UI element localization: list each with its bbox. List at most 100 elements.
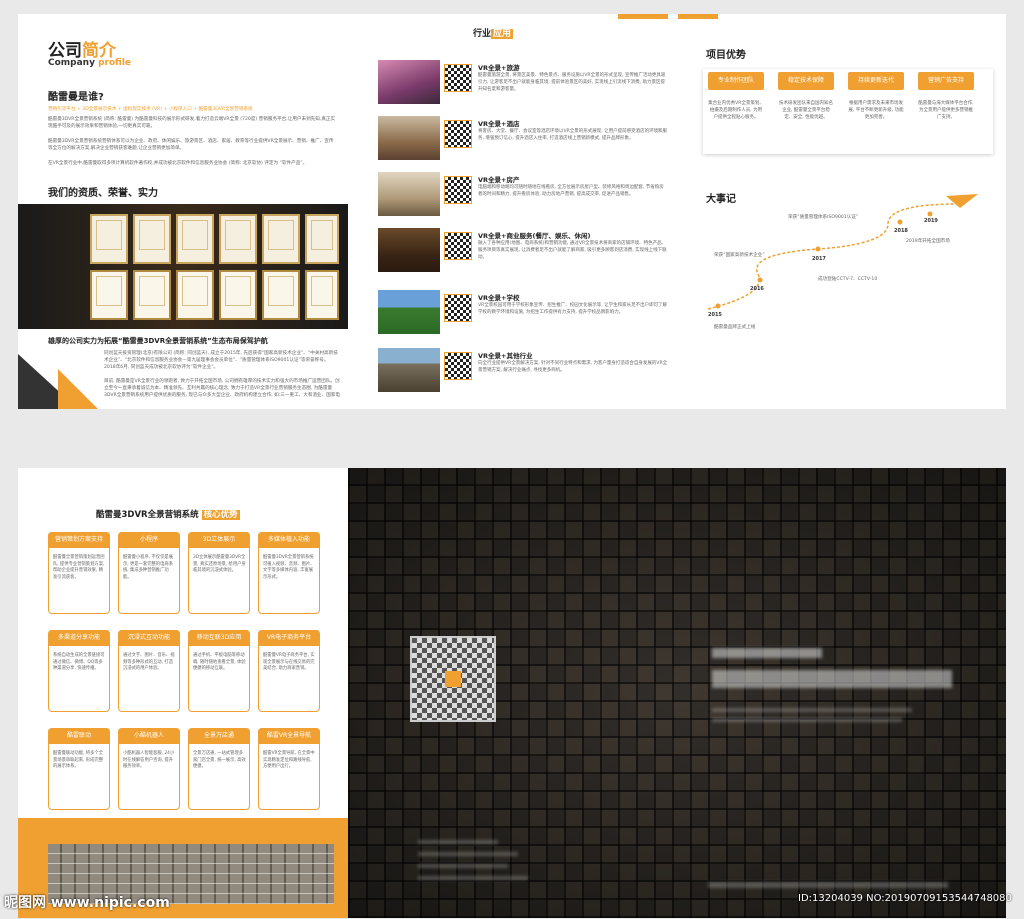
core-box: 多媒体植入功能 酷雷曼3DVR全景营销系统可植入视频、音频、图片、文字等多媒体内容… [258, 532, 320, 614]
industry-row-school: VR全景+学校 VR全景校园可用于学校形象宣传、招生推广、校园文化展示等, 让学… [378, 290, 668, 340]
advantage-heading: 项目优势 [706, 50, 746, 61]
industry-desc: 融入了各种应用(地图、电商系统)和营销功能, 通过VR全景技术将商家的店铺环境、… [478, 241, 667, 260]
industry-name: VR全景+房产 [478, 176, 520, 184]
year-label: 2017 [812, 256, 826, 262]
school-photo [378, 290, 440, 334]
industry-panel: 行业 应用 VR全景+旅游 酷雷曼旅游全景, 将景区美景、特色景点、服务设施以VR… [348, 14, 678, 409]
certificate [176, 214, 214, 264]
core-box: 小程序 酷雷曼小程序, 不仅仅是展示, 更是一套完整的电商系统, 集成多种营销推广… [118, 532, 180, 614]
who-heading: 酷雷曼是谁? [48, 92, 104, 103]
honor-heading: 我们的资质、荣誉、实力 [48, 188, 158, 199]
core-box: 酷雷联动 酷雷曼联动功能, 将多个全景场景串联起来, 形成完整的展示体系。 [48, 728, 110, 810]
advantage-tag: 持续更新迭代 [848, 72, 904, 90]
core-box: 小酷机器人 小酷机器人智能客服, 24小时在线解答用户咨询, 提升服务效率。 [118, 728, 180, 810]
core-title: 酷雷曼3DVR全景营销系统 核心优势 [96, 510, 240, 520]
company-profile-panel: 公司简介 Company profile 酷雷曼是谁? 营销引流平台 + 3D全… [18, 14, 348, 409]
intro-paragraph-1: 酷雷曼3DVR全景营销系统 (简称: 酷雷曼) 为酷雷曼科技的展示形式研发,着力… [48, 117, 336, 129]
certificate [133, 214, 171, 264]
blurred-text [708, 882, 948, 888]
blurred-text [418, 840, 498, 844]
watermark-right: ID:13204039 NO:20190709153544748080 [798, 893, 1012, 904]
event-note: 酷雷曼品牌正式上线 [714, 325, 756, 330]
paper-plane-icon [946, 194, 978, 208]
industry-row-hotel: VR全景+酒店 将客房、大堂、餐厅、会议室等酒店环境以VR全景的形式展现, 让用… [378, 116, 668, 166]
year-label: 2015 [708, 312, 722, 318]
core-box: 3D立体展示 3D立体展示酷雷曼3DVR全景, 真实还原场景, 给用户身临其境的沉… [188, 532, 250, 614]
qr-code-icon [444, 176, 472, 204]
industry-row-tourism: VR全景+旅游 酷雷曼旅游全景, 将景区美景、特色景点、服务设施以VR全景的形式… [378, 60, 668, 110]
certificate [262, 270, 300, 320]
qr-code-icon [410, 636, 496, 722]
blurred-text [712, 718, 902, 722]
blurred-text [712, 670, 952, 688]
tagline: 营销引流平台 + 3D全景展示技术 + 虚拟现实技术 (VR) + 小程序入口 … [48, 107, 253, 112]
blurred-text [712, 648, 822, 658]
certificate [133, 270, 171, 320]
business-photo [378, 228, 440, 272]
top-accent-bar [618, 14, 668, 19]
event-note: 成功登陆CCTV-7、CCTV-10 [818, 277, 878, 282]
industry-desc: 向全行业提供VR全景解决方案, 针对不同行业特点和需求, 为客户量身打造适合自身… [478, 361, 668, 373]
realestate-photo [378, 172, 440, 216]
industry-desc: 将客房、大堂、餐厅、会议室等酒店环境以VR全景的形式展现, 让用户提前感受酒店的… [478, 129, 668, 141]
event-note: 荣获“质量管理体系ISO9001认证” [788, 215, 859, 220]
industry-row-business: VR全景+商业服务(餐厅、娱乐、休闲) 融入了各种应用(地图、电商系统)和营销功… [378, 228, 668, 278]
industry-name: VR全景+酒店 [478, 120, 520, 128]
core-advantage-panel: 酷雷曼3DVR全景营销系统 核心优势 营销策划方案支持 酷雷曼全景营销策划运营团队… [18, 468, 348, 918]
year-label: 2018 [894, 228, 908, 234]
certificate [305, 270, 339, 320]
qr-code-icon [444, 64, 472, 92]
core-box: VR电子商务平台 酷雷曼VR电子商务平台, 实现全景展示与在线交易的完美结合, 助… [258, 630, 320, 712]
industry-name: VR全景+其他行业 [478, 352, 533, 360]
advantage-desc: 根据用户需求及未来市场发展, 平台不断更新升级, 功能更加完善。 [848, 101, 904, 120]
year-label: 2019 [924, 218, 938, 224]
certificates-wall [18, 204, 348, 329]
certificate [305, 214, 339, 264]
hotel-photo [378, 116, 440, 160]
intro-paragraph-2: 酷雷曼3DVR全景营销系统营销体系可以为企业、政府、休闲娱乐、旅游景区、酒店、家… [48, 139, 334, 151]
industry-desc: 酷雷曼旅游全景, 将景区美景、特色景点、服务设施以VR全景的形式呈现, 宣传推广… [478, 73, 666, 92]
certificate [176, 270, 214, 320]
industry-name: VR全景+旅游 [478, 64, 520, 72]
certificate [90, 270, 128, 320]
company-body-2: 目前, 酷雷曼是VR全景行业的领跑者, 致力于开拓全国市场, 公司拥有雄厚的技术… [104, 379, 340, 398]
industry-title: 行业 应用 [473, 29, 514, 39]
others-photo [378, 348, 440, 392]
advantage-desc: 集合业内优秀VR全景策划、拍摄及后期制作人员, 为用户提供全程贴心服务。 [708, 101, 764, 120]
industry-name: VR全景+商业服务(餐厅、娱乐、休闲) [478, 232, 591, 240]
industry-row-realestate: VR全景+房产 电脑端和移动端均可随时随地在线看房, 全方位展示房屋户型、装修风… [378, 172, 668, 222]
core-box: 酷雷VR全景导航 酷雷VR全景导航, 在全景中实现精准定位和路线导航, 方便用户出… [258, 728, 320, 810]
core-box: 营销策划方案支持 酷雷曼全景营销策划运营团队, 提供专业营销策划方案, 帮助企业提… [48, 532, 110, 614]
decor-triangle [58, 369, 98, 409]
advantage-desc: 技术研发团队来自国内知名企业, 酷雷曼全景平台稳定、安全, 性能优越。 [779, 101, 833, 120]
blurred-text [712, 708, 912, 712]
tourism-photo [378, 60, 440, 104]
qr-code-icon [444, 232, 472, 260]
industry-name: VR全景+学校 [478, 294, 520, 302]
timeline-graphic [707, 194, 978, 310]
core-box: 全景万店通 全景万店通, 一站式管理多家门店全景, 统一展示, 高效便捷。 [188, 728, 250, 810]
core-box: 移动互联3D应用 通过手机、平板电脑等移动端, 随时随地查看全景, 体验便捷的移动… [188, 630, 250, 712]
watermark-left: 昵图网 www.nipic.com [4, 895, 170, 911]
intro-paragraph-3: 在VR全景行业中,酷雷曼取得多项计算机软件著作权,并成功被北京软件和信息服务业协… [48, 161, 308, 166]
back-cover-panel [348, 468, 1006, 918]
certificate [262, 214, 300, 264]
advantage-tag: 稳定技术保障 [778, 72, 834, 90]
certificate [219, 214, 257, 264]
industry-desc: 电脑端和移动端均可随时随地在线看房, 全方位展示房屋户型、装修风格和周边配套, … [478, 185, 664, 197]
qr-code-icon [444, 294, 472, 322]
core-box: 沉浸式互动功能 通过文字、图片、音乐、视频等多种形式的互动, 打造沉浸式的用户体验… [118, 630, 180, 712]
blurred-text [418, 864, 508, 868]
event-note: 荣获“国家高新技术企业” [714, 253, 765, 258]
industry-desc: VR全景校园可用于学校形象宣传、招生推广、校园文化展示等, 让学生和家长足不出户… [478, 303, 668, 315]
company-body-1: 同创蓝天投资管理(北京)有限公司 (简称: 同创蓝天), 成立于2015年, 先… [104, 351, 338, 370]
year-label: 2016 [750, 286, 764, 292]
advantage-panel: 项目优势 专业制作团队 稳定技术保障 持续更新迭代 营销广告支持 集合业内优秀V… [678, 14, 1006, 409]
advantage-tag: 专业制作团队 [708, 72, 764, 90]
advantage-tag: 营销广告支持 [918, 72, 974, 90]
industry-row-others: VR全景+其他行业 向全行业提供VR全景解决方案, 针对不同行业特点和需求, 为… [378, 348, 668, 398]
company-subtitle: Company profile [48, 58, 132, 68]
event-note: 2019年开拓全国市场 [906, 239, 950, 244]
slogan: 雄厚的公司实力为拓展“酷雷曼3DVR全景营销系统”生态布局保驾护航 [48, 337, 268, 345]
page-gap [0, 409, 1024, 468]
